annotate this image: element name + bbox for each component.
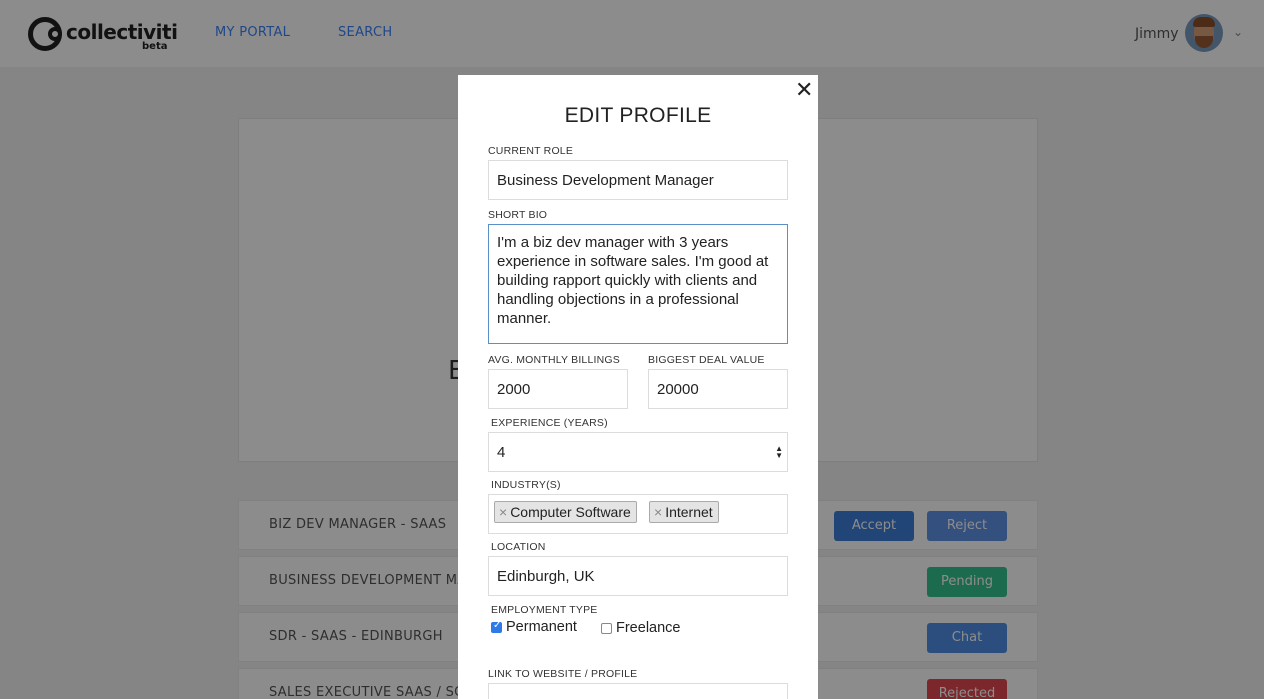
website-input[interactable]	[488, 683, 788, 699]
modal-title: EDIT PROFILE	[564, 104, 712, 127]
current-role-value: Business Development Manager	[497, 172, 714, 189]
current-role-input[interactable]: Business Development Manager	[488, 160, 788, 200]
permanent-label[interactable]: Permanent	[506, 619, 577, 635]
avg-monthly-billings-input[interactable]: 2000	[488, 369, 628, 409]
current-role-label: CURRENT ROLE	[488, 145, 574, 157]
remove-tag-icon[interactable]: ×	[654, 504, 662, 520]
permanent-checkbox[interactable]	[491, 620, 502, 633]
industry-tag-label: Internet	[665, 504, 713, 520]
website-label: LINK TO WEBSITE / PROFILE	[488, 668, 638, 680]
avg-monthly-billings-value: 2000	[497, 381, 531, 398]
biggest-deal-value-label: BIGGEST DEAL VALUE	[648, 354, 765, 366]
short-bio-textarea[interactable]: I'm a biz dev manager with 3 years exper…	[488, 224, 788, 344]
employment-type-label: EMPLOYMENT TYPE	[491, 604, 598, 616]
select-arrows-icon: ▲ ▼	[775, 444, 783, 460]
freelance-label[interactable]: Freelance	[616, 620, 680, 636]
freelance-checkbox[interactable]	[601, 623, 612, 634]
industry-tag[interactable]: × Computer Software	[494, 501, 637, 523]
industry-tag-label: Computer Software	[510, 504, 631, 520]
close-icon[interactable]: ✕	[795, 78, 813, 103]
industry-label: INDUSTRY(S)	[491, 479, 561, 491]
remove-tag-icon[interactable]: ×	[499, 504, 507, 520]
industry-multiselect[interactable]: × Computer Software × Internet	[488, 494, 788, 534]
experience-label: EXPERIENCE (YEARS)	[491, 417, 608, 429]
experience-select[interactable]: 4 ▲ ▼	[488, 432, 788, 472]
industry-tag[interactable]: × Internet	[649, 501, 719, 523]
experience-value: 4	[497, 444, 506, 461]
location-input[interactable]: Edinburgh, UK	[488, 556, 788, 596]
location-value: Edinburgh, UK	[497, 568, 595, 585]
edit-profile-modal: ✕ EDIT PROFILE CURRENT ROLE Business Dev…	[458, 75, 818, 699]
biggest-deal-value-input[interactable]: 20000	[648, 369, 788, 409]
biggest-deal-value-value: 20000	[657, 381, 699, 398]
location-label: LOCATION	[491, 541, 546, 553]
short-bio-label: SHORT BIO	[488, 209, 548, 221]
avg-monthly-billings-label: AVG. MONTHLY BILLINGS	[488, 354, 620, 366]
